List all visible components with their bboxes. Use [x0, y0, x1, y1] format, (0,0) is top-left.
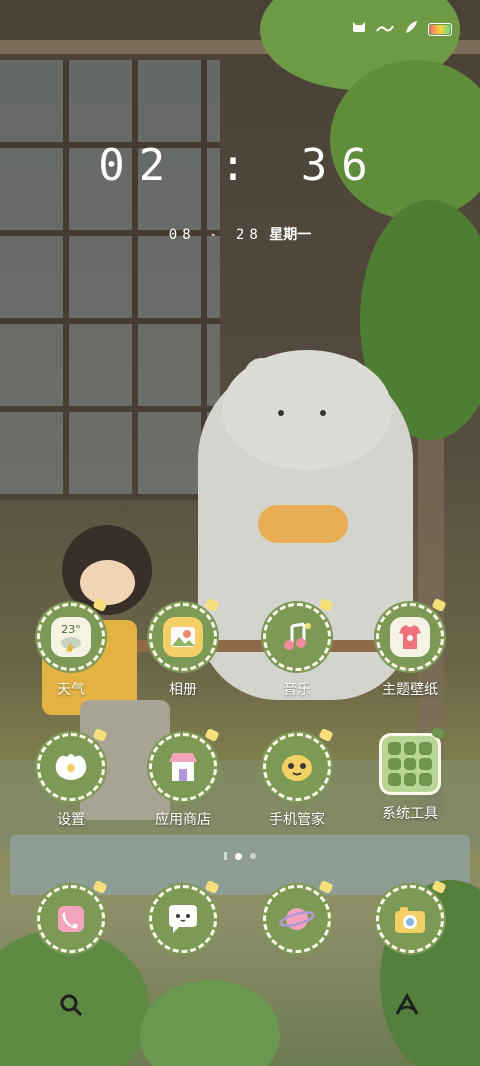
- dock-camera[interactable]: [355, 879, 465, 953]
- cat-icon: [352, 21, 366, 37]
- weather-icon: 23°: [37, 597, 108, 671]
- theme-icon: [376, 597, 447, 671]
- app-weather[interactable]: 23° 天气: [16, 597, 126, 699]
- wallpaper-bear-ear: [245, 358, 279, 388]
- browser-icon: [263, 879, 334, 953]
- status-bar: [352, 20, 452, 38]
- dock-browser[interactable]: [242, 879, 352, 953]
- phone-icon: [37, 879, 108, 953]
- phone-manager-icon: [263, 727, 334, 801]
- weather-temp: 23°: [61, 622, 81, 636]
- wallpaper-bush: [140, 980, 280, 1066]
- app-gallery[interactable]: 相册: [128, 597, 238, 699]
- music-icon: [263, 597, 334, 671]
- app-label: 音乐: [283, 682, 311, 698]
- app-label: 天气: [57, 682, 85, 698]
- wallpaper-cake: [258, 505, 348, 543]
- weekday-text: 星期一: [269, 227, 312, 243]
- clock-time[interactable]: 02 : 36: [0, 140, 480, 191]
- wallpaper-girl-face: [80, 560, 135, 605]
- app-label: 应用商店: [155, 812, 211, 828]
- wallpaper-bear-eye: [278, 410, 284, 416]
- gallery-icon: [149, 597, 220, 671]
- app-store-icon: [149, 727, 220, 801]
- wallpaper-bear-eye: [320, 410, 326, 416]
- settings-icon: [37, 727, 108, 801]
- app-label: 手机管家: [269, 812, 325, 828]
- app-system-tools[interactable]: 系统工具: [355, 725, 465, 823]
- wallpaper-bear-ear: [330, 358, 364, 388]
- app-label: 设置: [57, 812, 85, 828]
- leaf-icon: [404, 20, 418, 38]
- camera-icon: [376, 879, 447, 953]
- wallpaper-window: [0, 60, 220, 500]
- page-dot-active: [235, 852, 242, 860]
- search-icon[interactable]: [56, 990, 86, 1020]
- system-tools-folder: [379, 725, 446, 795]
- app-theme[interactable]: 主题壁纸: [355, 597, 465, 699]
- app-label: 系统工具: [382, 806, 438, 822]
- message-icon: [149, 879, 220, 953]
- menu-indicator: [224, 852, 227, 860]
- wave-icon: [376, 22, 394, 37]
- page-dot: [250, 853, 256, 859]
- app-settings[interactable]: 设置: [16, 727, 126, 829]
- app-label: 主题壁纸: [382, 682, 438, 698]
- battery-level: [430, 24, 450, 34]
- clock-date[interactable]: 08 - 28 星期一: [0, 224, 480, 244]
- date-text: 08 - 28: [168, 227, 263, 243]
- app-label: 相册: [169, 682, 197, 698]
- page-indicator[interactable]: [0, 852, 480, 860]
- dock-message[interactable]: [128, 879, 238, 953]
- dock-phone[interactable]: [16, 879, 126, 953]
- app-music[interactable]: 音乐: [242, 597, 352, 699]
- app-store[interactable]: 应用商店: [128, 727, 238, 829]
- battery-icon: [428, 22, 452, 36]
- app-phone-manager[interactable]: 手机管家: [242, 727, 352, 829]
- assistant-icon[interactable]: [392, 990, 422, 1020]
